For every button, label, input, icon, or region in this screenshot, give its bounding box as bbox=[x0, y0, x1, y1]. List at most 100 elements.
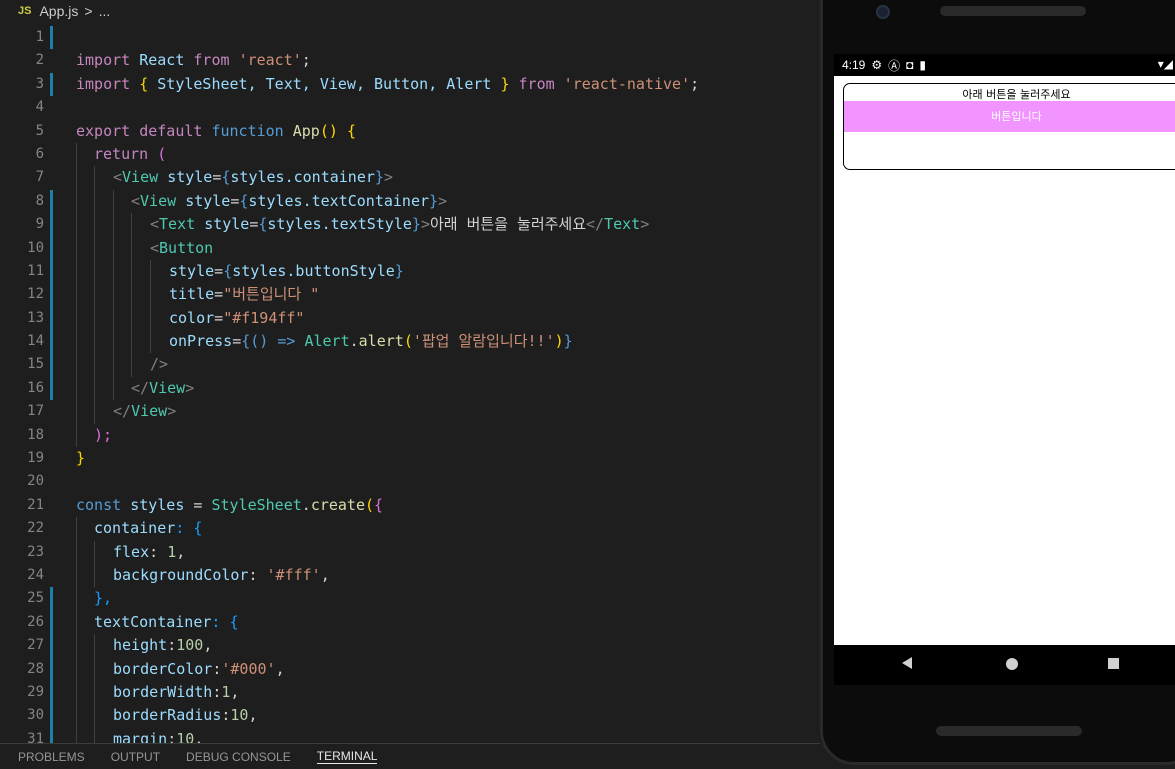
tab-output[interactable]: OUTPUT bbox=[111, 750, 160, 764]
code-line: 10 <Button bbox=[0, 236, 820, 260]
code-line: 13 color="#f194ff" bbox=[0, 306, 820, 331]
line-number: 13 bbox=[27, 309, 44, 326]
indent-guide bbox=[113, 259, 114, 284]
line-number: 2 bbox=[35, 52, 44, 69]
code-text: </View> bbox=[131, 378, 195, 397]
code-line: 1 bbox=[0, 26, 820, 50]
line-number: 19 bbox=[27, 450, 44, 467]
code-line: 19} bbox=[0, 447, 820, 470]
recent-apps-icon[interactable] bbox=[1108, 658, 1119, 669]
indent-guide bbox=[131, 330, 132, 354]
git-change-marker bbox=[50, 680, 53, 705]
git-change-marker bbox=[50, 610, 53, 635]
git-change-marker bbox=[50, 259, 53, 284]
text-container: 아래 버튼을 눌러주세요 버튼입니다 bbox=[843, 83, 1175, 170]
code-line: 9 <Text style={styles.textStyle}>아래 버튼을 눌… bbox=[0, 213, 820, 237]
code-line: 28 borderColor:'#000', bbox=[0, 657, 820, 681]
indent-guide bbox=[150, 306, 151, 331]
code-line: 11 style={styles.buttonStyle} bbox=[0, 259, 820, 284]
code-line: 27 height:100, bbox=[0, 634, 820, 658]
indent-guide bbox=[94, 563, 95, 588]
android-status-bar: 4:19 ⚙ Ⓐ ◘ ▮ ▾◢ bbox=[834, 54, 1175, 76]
indent-guide bbox=[113, 376, 114, 401]
code-text: borderRadius:10, bbox=[113, 706, 258, 725]
indent-guide bbox=[131, 259, 132, 284]
indent-guide bbox=[76, 540, 77, 564]
code-area[interactable]: 1 2 import React from 'react'; 3 import { … bbox=[0, 26, 820, 769]
indent-guide bbox=[94, 166, 95, 190]
git-change-marker bbox=[50, 236, 53, 260]
code-line: 18); bbox=[0, 423, 820, 448]
indent-guide bbox=[150, 259, 151, 284]
code-line: 15 /> bbox=[0, 353, 820, 377]
code-line: 7 <View style={styles.container}> bbox=[0, 166, 820, 190]
line-number: 7 bbox=[35, 169, 44, 186]
shield-icon: ◘ bbox=[906, 58, 914, 72]
indent-guide bbox=[113, 353, 114, 377]
code-text: const styles = StyleSheet.create({ bbox=[76, 495, 384, 514]
home-icon[interactable] bbox=[1006, 658, 1018, 670]
indent-guide bbox=[131, 306, 132, 331]
chevron-right-icon: > bbox=[84, 3, 93, 19]
code-text: export default function App() { bbox=[76, 121, 356, 140]
panel-tabs: PROBLEMS OUTPUT DEBUG CONSOLE TERMINAL bbox=[0, 743, 820, 769]
indent-guide bbox=[76, 142, 77, 167]
code-text: /> bbox=[150, 355, 169, 374]
indent-guide bbox=[94, 213, 95, 237]
breadcrumb-symbol[interactable]: ... bbox=[99, 3, 111, 19]
code-text: flex: 1, bbox=[113, 542, 186, 561]
breadcrumb: JS App.js > ... bbox=[0, 0, 820, 22]
indent-guide bbox=[94, 259, 95, 284]
android-nav-bar bbox=[834, 645, 1175, 685]
breadcrumb-file[interactable]: App.js bbox=[39, 3, 78, 19]
app-notification-icon: Ⓐ bbox=[888, 58, 901, 73]
indent-guide bbox=[76, 259, 77, 284]
code-line: 6 return ( bbox=[0, 142, 820, 167]
js-file-icon: JS bbox=[18, 5, 32, 17]
code-line: 16 </View> bbox=[0, 376, 820, 401]
code-line: 17 </View> bbox=[0, 400, 820, 424]
indent-guide bbox=[76, 680, 77, 705]
git-change-marker bbox=[50, 587, 53, 611]
line-number: 16 bbox=[27, 379, 44, 396]
indent-guide bbox=[150, 283, 151, 307]
tab-debug-console[interactable]: DEBUG CONSOLE bbox=[186, 750, 291, 764]
indent-guide bbox=[94, 704, 95, 728]
settings-icon: ⚙ bbox=[871, 58, 883, 72]
git-change-marker bbox=[50, 330, 53, 354]
indent-guide bbox=[94, 330, 95, 354]
code-line: 5 export default function App() { bbox=[0, 120, 820, 143]
code-line: 3 import { StyleSheet, Text, View, Button… bbox=[0, 72, 820, 97]
git-change-marker bbox=[50, 26, 53, 50]
indent-guide bbox=[113, 236, 114, 260]
line-number: 15 bbox=[27, 356, 44, 373]
line-number: 28 bbox=[27, 660, 44, 677]
indent-guide bbox=[94, 353, 95, 377]
code-text: <Button bbox=[150, 238, 214, 257]
git-change-marker bbox=[50, 213, 53, 237]
popup-button[interactable]: 버튼입니다 bbox=[844, 101, 1175, 132]
indent-guide bbox=[76, 236, 77, 260]
back-icon[interactable] bbox=[902, 657, 912, 669]
sd-card-icon: ▮ bbox=[919, 58, 926, 72]
indent-guide bbox=[76, 657, 77, 681]
indent-guide bbox=[113, 330, 114, 354]
code-line: 20 bbox=[0, 470, 820, 493]
indent-guide bbox=[113, 189, 114, 214]
bottom-speaker bbox=[936, 726, 1082, 736]
code-line: 24 backgroundColor: '#fff', bbox=[0, 563, 820, 588]
code-text: }, bbox=[94, 589, 113, 608]
code-line: 25}, bbox=[0, 587, 820, 611]
line-number: 30 bbox=[27, 707, 44, 724]
code-line: 29 borderWidth:1, bbox=[0, 680, 820, 705]
code-editor[interactable]: JS App.js > ... 1 2 import React from 're… bbox=[0, 0, 820, 769]
code-text: textContainer: { bbox=[94, 612, 239, 631]
tab-problems[interactable]: PROBLEMS bbox=[18, 750, 85, 764]
tab-terminal[interactable]: TERMINAL bbox=[316, 749, 378, 764]
indent-guide bbox=[131, 213, 132, 237]
line-number: 25 bbox=[27, 590, 44, 607]
git-change-marker bbox=[50, 634, 53, 658]
git-change-marker bbox=[50, 376, 53, 401]
code-text: </View> bbox=[113, 402, 177, 421]
code-line: 26 textContainer: { bbox=[0, 610, 820, 635]
